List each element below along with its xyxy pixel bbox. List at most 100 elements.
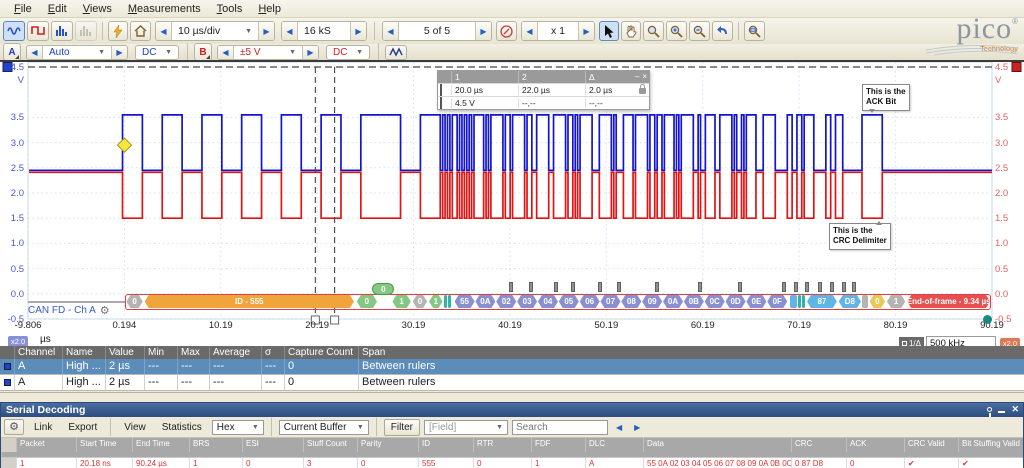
samples-next-button[interactable]: ▶ [350, 22, 366, 40]
decode-segment-d8[interactable]: D8 [839, 295, 861, 308]
serial-header-stuff-count[interactable]: Stuff Count [303, 438, 357, 452]
decode-segment[interactable] [790, 295, 797, 308]
scope-mode-button[interactable] [3, 21, 25, 41]
marquee-zoom-button[interactable] [643, 21, 664, 41]
timebase-prev-button[interactable]: ◀ [156, 22, 172, 40]
decode-segment-0[interactable]: 0 [357, 295, 377, 308]
buffer-select[interactable]: Current Buffer ▼ [278, 419, 369, 435]
menu-views[interactable]: Views [75, 1, 120, 17]
format-select[interactable]: Hex ▼ [211, 419, 264, 435]
serial-panel-titlebar[interactable]: Serial Decoding ✕ [1, 403, 1023, 417]
measure-header-span[interactable]: Span [358, 346, 1024, 359]
serial-header-start-time[interactable]: Start Time [76, 438, 132, 452]
measure-header--[interactable]: σ [261, 346, 284, 359]
decode-segment[interactable] [444, 295, 447, 308]
channel-b-range-prev[interactable]: ◀ [218, 45, 234, 59]
panel-splitter[interactable] [0, 392, 1024, 402]
channel-b-range-next[interactable]: ▶ [302, 45, 318, 59]
decode-segment[interactable] [448, 295, 451, 308]
decode-segment-07[interactable]: 07 [600, 295, 620, 308]
search-next-button[interactable]: ▶ [630, 423, 644, 432]
menu-edit[interactable]: Edit [40, 1, 75, 17]
zoom-prev-button[interactable]: ◀ [522, 22, 538, 40]
export-button[interactable]: Export [62, 420, 103, 435]
decode-channel-label[interactable]: CAN FD - Ch A ⚙ [28, 304, 110, 317]
decode-segment-08[interactable]: 08 [621, 295, 641, 308]
samples-prev-button[interactable]: ◀ [282, 22, 298, 40]
decode-segment-0b[interactable]: 0B [684, 295, 704, 308]
menu-tools[interactable]: Tools [209, 1, 251, 17]
serial-header-crc[interactable]: CRC [791, 438, 846, 452]
decode-segment-0f[interactable]: 0F [767, 295, 787, 308]
measure-header-max[interactable]: Max [177, 346, 209, 359]
persistence-mode-button[interactable] [27, 21, 49, 41]
ruler-box-close[interactable]: × [642, 72, 647, 81]
decode-segment-0e[interactable]: 0E [746, 295, 766, 308]
field-select[interactable]: [Field] ▼ [424, 419, 509, 435]
decode-segment-09[interactable]: 09 [642, 295, 662, 308]
serial-header-bit-stuffing-valid[interactable]: Bit Stuffing Valid [958, 438, 1023, 452]
search-input[interactable] [512, 419, 609, 435]
waveform-plot[interactable]: 1 2 Δ – × 20.0 µs 22.0 µs 2.0 µs 4.5 V -… [0, 62, 1024, 350]
serial-header-rtr[interactable]: RTR [473, 438, 531, 452]
close-icon[interactable]: ✕ [1011, 405, 1019, 414]
hand-tool-button[interactable] [621, 21, 641, 41]
crc-annotation[interactable]: This is the CRC Delimiter [829, 221, 891, 250]
pointer-tool-button[interactable] [599, 21, 619, 41]
serial-header-end-time[interactable]: End Time [132, 438, 189, 452]
buffer-prev-button[interactable]: ◀ [383, 22, 399, 40]
serial-header-parity[interactable]: Parity [357, 438, 418, 452]
channel-a-range-next[interactable]: ▶ [111, 45, 127, 59]
decode-segment-id-555[interactable]: ID - 555 [145, 295, 354, 308]
channel-b-coupling-control[interactable]: DC ▼ [326, 44, 370, 60]
serial-table-row[interactable]: 1 20.18 ns 90.24 µs 1 0 3 0 555 0 1 A 55 0A 02 03 0… [1, 457, 1023, 468]
channel-a-button[interactable]: A [3, 43, 21, 61]
decode-segment-02[interactable]: 02 [496, 295, 516, 308]
serial-header-crc-valid[interactable]: CRC Valid [904, 438, 958, 452]
spectrum-mode-button[interactable] [51, 21, 73, 41]
decode-segment-0a[interactable]: 0A [475, 295, 495, 308]
decode-segment-03[interactable]: 03 [517, 295, 537, 308]
lock-icon[interactable] [639, 84, 646, 94]
ruler-box-minimize[interactable]: – [635, 72, 639, 81]
awg-button[interactable] [385, 44, 407, 60]
serial-settings-button[interactable]: ⚙ [4, 419, 24, 435]
serial-header-fdf[interactable]: FDF [531, 438, 585, 452]
channel-a-range-prev[interactable]: ◀ [27, 45, 43, 59]
search-prev-button[interactable]: ◀ [612, 423, 626, 432]
measure-header-average[interactable]: Average [209, 346, 261, 359]
measure-header-capture-count[interactable]: Capture Count [284, 346, 358, 359]
menu-file[interactable]: File [6, 1, 40, 17]
serial-header-brs[interactable]: BRS [189, 438, 242, 452]
filter-button[interactable]: Filter [383, 418, 421, 436]
timebase-next-button[interactable]: ▶ [258, 22, 274, 40]
measure-header-name[interactable]: Name [62, 346, 105, 359]
menu-measurements[interactable]: Measurements [120, 1, 209, 17]
decode-segment-87[interactable]: 87 [807, 295, 837, 308]
decode-segment-0c[interactable]: 0C [705, 295, 725, 308]
pin-icon[interactable] [987, 407, 993, 417]
zoom-next-button[interactable]: ▶ [578, 22, 594, 40]
zoom-out-button[interactable] [689, 21, 710, 41]
buffer-overview-button[interactable] [496, 21, 517, 41]
ruler-readout-box[interactable]: 1 2 Δ – × 20.0 µs 22.0 µs 2.0 µs 4.5 V -… [437, 70, 650, 110]
statistics-button[interactable]: Statistics [156, 420, 208, 435]
histogram-mode-button[interactable] [75, 21, 97, 41]
decode-segment-0a[interactable]: 0A [663, 295, 683, 308]
measure-header-value[interactable]: Value [105, 346, 144, 359]
ack-annotation[interactable]: This is the ACK Bit [862, 84, 910, 113]
serial-header-data[interactable]: Data [643, 438, 791, 452]
link-button[interactable]: Link [28, 420, 58, 435]
channel-b-range-dropdown[interactable]: ▼ [289, 49, 296, 56]
undo-zoom-button[interactable] [712, 21, 733, 41]
measure-header-min[interactable]: Min [144, 346, 177, 359]
decode-segment[interactable] [862, 295, 868, 308]
decode-segment-0d[interactable]: 0D [726, 295, 746, 308]
decode-segment-end-of-frame-9-34-s[interactable]: End-of-frame - 9.34 µs [907, 295, 990, 308]
decode-segment-04[interactable]: 04 [538, 295, 558, 308]
decode-settings-gear-icon[interactable]: ⚙ [100, 304, 110, 317]
zoom-in-button[interactable] [666, 21, 687, 41]
minimize-icon[interactable] [998, 411, 1006, 413]
channel-b-button[interactable]: B [194, 43, 212, 61]
decode-segment-55[interactable]: 55 [455, 295, 475, 308]
